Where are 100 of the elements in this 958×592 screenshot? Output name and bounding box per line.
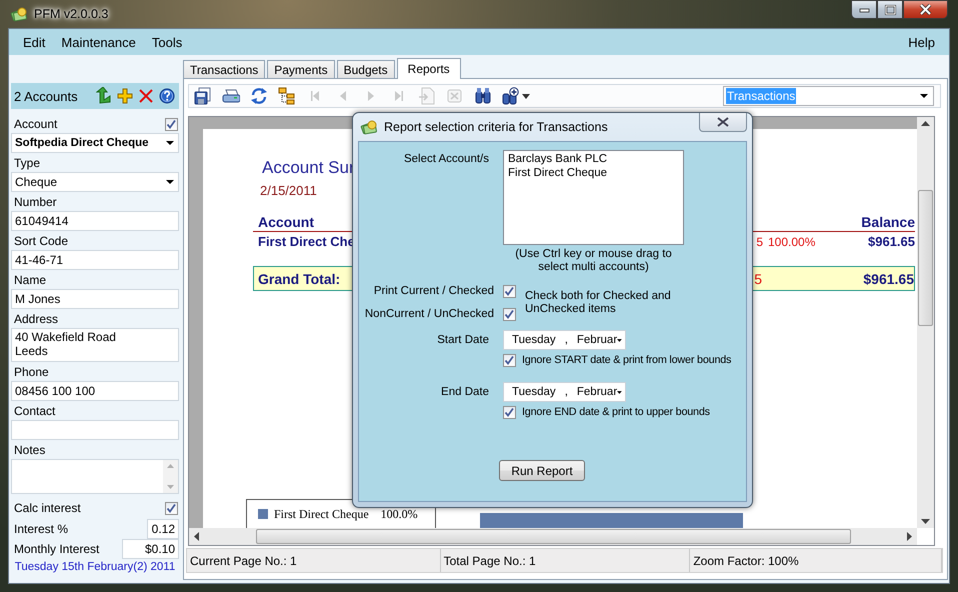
scrollbar-thumb[interactable] bbox=[256, 529, 850, 544]
table-cell-text: 5 bbox=[755, 235, 763, 249]
hint-text: (Use Ctrl key or mouse drag to select multi accounts) bbox=[514, 248, 673, 275]
caret-icon bbox=[919, 93, 929, 99]
caret-icon bbox=[617, 390, 622, 394]
checkbox[interactable] bbox=[503, 308, 516, 320]
zoom-icon[interactable] bbox=[502, 87, 520, 105]
field-label: Name bbox=[14, 273, 46, 287]
checkbox-label: NonCurrent / UnChecked bbox=[364, 308, 494, 320]
tab[interactable]: Payments bbox=[267, 60, 335, 78]
text-field[interactable] bbox=[11, 420, 179, 440]
tab[interactable]: Reports bbox=[396, 58, 461, 79]
field-label: Start Date bbox=[436, 334, 490, 346]
tab[interactable]: Transactions bbox=[183, 60, 266, 78]
checkbox[interactable] bbox=[503, 354, 516, 366]
notes-field[interactable] bbox=[11, 459, 179, 494]
caret-icon[interactable] bbox=[522, 94, 530, 98]
monthly-interest-field[interactable]: $0.10 bbox=[122, 539, 179, 559]
checkbox-label: Ignore END date & print to upper bounds bbox=[522, 406, 711, 418]
menu-item[interactable]: Edit bbox=[15, 32, 54, 52]
table-cell-text: $961.65 bbox=[862, 270, 914, 286]
close-button[interactable] bbox=[699, 113, 747, 132]
delete-icon[interactable] bbox=[138, 88, 154, 104]
refresh-icon[interactable] bbox=[250, 87, 268, 105]
field-label: Account bbox=[14, 117, 58, 131]
field-label: Interest % bbox=[14, 522, 68, 536]
minimize-icon[interactable] bbox=[858, 6, 870, 12]
run-report-button[interactable]: Run Report bbox=[499, 460, 585, 481]
table-cell-text: 100.00% bbox=[767, 235, 815, 249]
menu-item[interactable]: Tools bbox=[144, 32, 190, 52]
binoculars-icon[interactable] bbox=[474, 87, 492, 105]
field-label: Calc interest bbox=[14, 501, 81, 515]
field-label: End Date bbox=[440, 386, 490, 398]
legend-value: 100.0% bbox=[380, 507, 418, 522]
date-picker[interactable]: Tuesday , Februar bbox=[503, 382, 626, 402]
table-cell-text: $961.65 bbox=[867, 234, 915, 249]
maximize-button[interactable] bbox=[877, 0, 903, 19]
minimize-button[interactable] bbox=[851, 0, 877, 19]
total-label: Grand Total: bbox=[258, 270, 342, 286]
menu-item[interactable]: Maintenance bbox=[53, 32, 144, 52]
status-text: Current Page No.: 1 bbox=[187, 549, 441, 572]
checkbox[interactable] bbox=[503, 284, 516, 298]
checkbox[interactable] bbox=[165, 118, 178, 131]
field-label: Sort Code bbox=[14, 234, 68, 248]
caret-icon bbox=[165, 140, 175, 146]
address-field[interactable]: 40 Wakefield Road Leeds bbox=[11, 328, 179, 362]
date-text: Tuesday 15th February(2) 2011 bbox=[14, 561, 176, 573]
text-field[interactable]: 08456 100 100 bbox=[11, 381, 179, 401]
list-item[interactable]: Barclays Bank PLC bbox=[508, 153, 679, 166]
scroll-left-icon[interactable] bbox=[194, 532, 199, 541]
menu-item[interactable]: Help bbox=[900, 32, 943, 52]
report-date: 2/15/2011 bbox=[260, 183, 317, 198]
money-icon bbox=[10, 6, 28, 22]
field-label: Notes bbox=[14, 443, 46, 457]
account-dropdown[interactable]: Softpedia Direct Cheque bbox=[11, 133, 179, 153]
interest-field[interactable]: 0.12 bbox=[147, 519, 179, 539]
maximize-icon[interactable] bbox=[884, 4, 896, 14]
tab[interactable]: Budgets bbox=[336, 60, 395, 78]
text-field[interactable]: M Jones bbox=[11, 289, 179, 309]
legend-swatch bbox=[258, 509, 268, 519]
legend-label: First Direct Cheque bbox=[274, 507, 369, 522]
field-label: Number bbox=[14, 195, 57, 209]
field-label: Monthly Interest bbox=[14, 542, 100, 556]
field-label: Select Account/s bbox=[402, 153, 490, 165]
column-header: Balance bbox=[860, 214, 915, 230]
floppy-disk-icon[interactable] bbox=[194, 87, 212, 105]
horizontal-scrollbar[interactable] bbox=[189, 528, 917, 545]
arrow-icon[interactable] bbox=[96, 87, 112, 105]
checkbox[interactable] bbox=[503, 406, 516, 418]
window-title: PFM v2.0.0.3 bbox=[34, 7, 108, 21]
dialog-title: Report selection criteria for Transactions bbox=[384, 120, 608, 134]
vertical-scrollbar[interactable] bbox=[917, 117, 934, 528]
panel-title: 2 Accounts bbox=[14, 88, 79, 104]
close-icon[interactable] bbox=[717, 117, 729, 127]
close-icon[interactable] bbox=[919, 4, 932, 15]
field-label: Type bbox=[14, 156, 40, 170]
status-text: Total Page No.: 1 bbox=[440, 549, 690, 572]
help-icon[interactable] bbox=[159, 88, 175, 104]
checkbox[interactable] bbox=[165, 502, 178, 514]
caret-icon bbox=[165, 179, 175, 185]
field-label: Contact bbox=[14, 404, 56, 418]
scroll-right-icon[interactable] bbox=[907, 532, 912, 541]
text-field[interactable]: 41-46-71 bbox=[11, 250, 179, 270]
type-dropdown[interactable]: Cheque bbox=[11, 172, 179, 192]
date-picker[interactable]: Tuesday , Februar bbox=[503, 330, 626, 350]
scrollbar-thumb[interactable] bbox=[918, 190, 933, 326]
report-title: Account Sur bbox=[262, 158, 355, 178]
account-list[interactable]: Barclays Bank PLC First Direct Cheque bbox=[503, 150, 684, 245]
printer-icon[interactable] bbox=[222, 87, 240, 105]
plus-icon[interactable] bbox=[117, 88, 133, 104]
scroll-up-icon[interactable] bbox=[921, 121, 930, 126]
caret-icon bbox=[617, 338, 622, 342]
scroll-down-icon[interactable] bbox=[921, 519, 930, 524]
column-header: Account bbox=[258, 214, 315, 230]
text-field[interactable]: 61049414 bbox=[11, 211, 179, 231]
note-text: Check both for Checked and UnChecked items bbox=[525, 290, 672, 316]
field-label: Address bbox=[14, 312, 58, 326]
tree-icon[interactable] bbox=[278, 87, 296, 105]
list-item[interactable]: First Direct Cheque bbox=[508, 167, 679, 180]
close-button[interactable] bbox=[903, 0, 948, 19]
